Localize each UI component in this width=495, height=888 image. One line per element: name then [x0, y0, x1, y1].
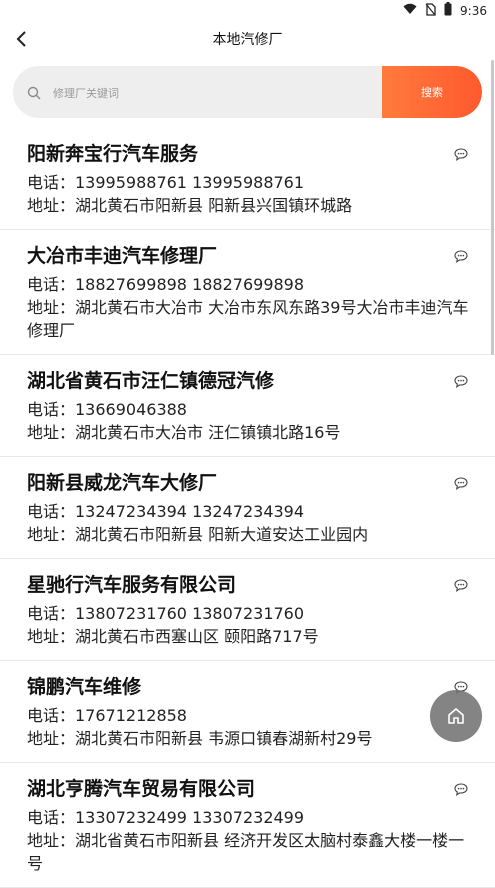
chat-icon[interactable] [454, 475, 468, 490]
home-button[interactable] [430, 690, 482, 742]
shop-phone: 电话：17671212858 [27, 706, 187, 725]
shop-item[interactable]: 湖北省黄石市汪仁镇德冠汽修 电话：13669046388 地址：湖北黄石市大冶市… [0, 355, 495, 457]
shop-address: 地址：湖北黄石市大冶市 大冶市东风东路39号大冶市丰迪汽车修理厂 [27, 298, 469, 340]
shop-name: 大冶市丰迪汽车修理厂 [27, 245, 218, 267]
chat-icon[interactable] [454, 781, 468, 796]
shop-address: 地址：湖北黄石市阳新县 阳新大道安达工业园内 [27, 525, 369, 544]
shop-item[interactable]: 阳新奔宝行汽车服务 电话：13995988761 13995988761 地址：… [0, 128, 495, 230]
wifi-icon [403, 3, 417, 18]
shop-address: 地址：湖北省黄石市阳新县 经济开发区太脑村泰鑫大楼一楼一号 [27, 831, 465, 873]
status-icons: 9:36 [403, 2, 487, 19]
shop-name: 湖北亨腾汽车贸易有限公司 [27, 778, 256, 800]
title-bar: 本地汽修厂 [0, 20, 495, 58]
shop-list: 阳新奔宝行汽车服务 电话：13995988761 13995988761 地址：… [0, 128, 495, 888]
battery-icon [444, 2, 452, 19]
shop-name: 阳新奔宝行汽车服务 [27, 143, 199, 165]
shop-phone: 电话：13669046388 [27, 400, 187, 419]
shop-name: 星驰行汽车服务有限公司 [27, 574, 237, 596]
search-bar: 搜索 [13, 66, 482, 118]
chat-icon[interactable] [454, 248, 468, 263]
shop-phone: 电话：13807231760 13807231760 [27, 604, 305, 623]
home-icon [448, 708, 464, 724]
shop-name: 锦鹏汽车维修 [27, 676, 142, 698]
search-input[interactable] [51, 66, 385, 118]
scrollbar[interactable] [491, 60, 494, 355]
chat-icon[interactable] [454, 146, 468, 161]
search-button[interactable]: 搜索 [382, 66, 482, 118]
shop-name: 阳新县威龙汽车大修厂 [27, 472, 218, 494]
shop-item[interactable]: 星驰行汽车服务有限公司 电话：13807231760 13807231760 地… [0, 559, 495, 661]
shop-item[interactable]: 大冶市丰迪汽车修理厂 电话：18827699898 18827699898 地址… [0, 230, 495, 355]
back-button[interactable] [10, 28, 32, 50]
status-bar: 9:36 [0, 0, 495, 20]
shop-phone: 电话：18827699898 18827699898 [27, 275, 305, 294]
status-time: 9:36 [460, 3, 487, 18]
chevron-left-icon [16, 31, 26, 47]
shop-address: 地址：湖北黄石市西塞山区 颐阳路717号 [27, 627, 319, 646]
chat-icon[interactable] [454, 577, 468, 592]
shop-phone: 电话：13307232499 13307232499 [27, 808, 305, 827]
shop-address: 地址：湖北黄石市阳新县 韦源口镇春湖新村29号 [27, 729, 373, 748]
shop-name: 湖北省黄石市汪仁镇德冠汽修 [27, 370, 275, 392]
search-icon [27, 85, 41, 100]
no-sim-icon [425, 2, 436, 19]
shop-item[interactable]: 阳新县威龙汽车大修厂 电话：13247234394 13247234394 地址… [0, 457, 495, 559]
page-title: 本地汽修厂 [212, 32, 283, 48]
shop-address: 地址：湖北黄石市大冶市 汪仁镇镇北路16号 [27, 423, 341, 442]
shop-item[interactable]: 锦鹏汽车维修 电话：17671212858 地址：湖北黄石市阳新县 韦源口镇春湖… [0, 661, 495, 763]
shop-item[interactable]: 湖北亨腾汽车贸易有限公司 电话：13307232499 13307232499 … [0, 763, 495, 888]
shop-phone: 电话：13247234394 13247234394 [27, 502, 305, 521]
shop-phone: 电话：13995988761 13995988761 [27, 173, 305, 192]
shop-address: 地址：湖北黄石市阳新县 阳新县兴国镇环城路 [27, 196, 353, 215]
chat-icon[interactable] [454, 373, 468, 388]
